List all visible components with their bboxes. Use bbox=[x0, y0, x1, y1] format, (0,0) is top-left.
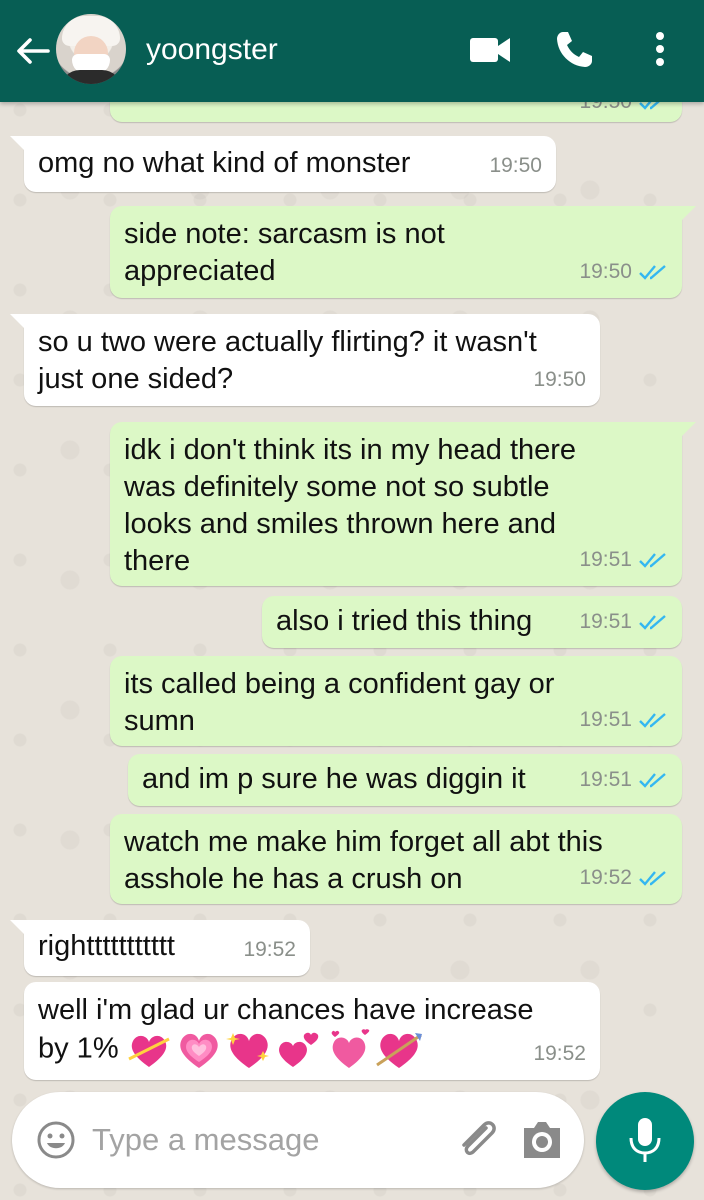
chat-header: yoongster bbox=[0, 0, 704, 102]
double-check-icon bbox=[639, 712, 666, 728]
message-time: 19:50 bbox=[533, 368, 586, 391]
message-time: 19:51 bbox=[579, 548, 632, 571]
more-vert-icon[interactable] bbox=[646, 28, 674, 70]
message-bubble-outgoing[interactable]: its called being a confident gay or sumn… bbox=[110, 656, 682, 746]
growing-heart-icon bbox=[179, 1033, 218, 1068]
message-text: idk i don't think its in my head there w… bbox=[124, 434, 577, 577]
double-check-icon bbox=[639, 870, 666, 886]
paperclip-icon[interactable] bbox=[452, 1114, 502, 1164]
message-time: 19:51 bbox=[579, 610, 632, 633]
message-list[interactable]: 19:50 omg no what kind of monster 19:50 … bbox=[0, 0, 704, 1200]
message-text: righttttttttttt bbox=[38, 930, 175, 962]
message-time: 19:50 bbox=[489, 154, 542, 177]
video-call-icon[interactable] bbox=[468, 32, 512, 68]
double-check-icon bbox=[639, 772, 666, 788]
voice-record-button[interactable] bbox=[596, 1092, 694, 1190]
message-bubble-outgoing[interactable]: side note: sarcasm is not appreciated 19… bbox=[110, 206, 696, 298]
message-bubble-outgoing[interactable]: also i tried this thing 19:51 bbox=[262, 596, 682, 648]
message-time: 19:51 bbox=[579, 708, 632, 731]
two-hearts-icon bbox=[278, 1032, 318, 1067]
voice-call-icon[interactable] bbox=[554, 28, 596, 70]
message-bubble-incoming[interactable]: omg no what kind of monster 19:50 bbox=[10, 136, 556, 192]
emoji-smiley-icon[interactable] bbox=[36, 1120, 76, 1160]
arrow-left-icon[interactable] bbox=[12, 30, 54, 72]
message-time: 19:52 bbox=[243, 938, 296, 961]
message-composer bbox=[12, 1092, 584, 1188]
contact-name[interactable]: yoongster bbox=[146, 30, 278, 70]
message-time: 19:52 bbox=[579, 866, 632, 889]
message-text: its called being a confident gay or sumn bbox=[124, 668, 555, 737]
revolving-hearts-icon bbox=[331, 1029, 369, 1068]
message-bubble-outgoing[interactable]: watch me make him forget all abt this as… bbox=[110, 814, 682, 904]
message-text: so u two were actually flirting? it wasn… bbox=[38, 326, 537, 395]
heart-with-ribbon-icon bbox=[127, 1035, 170, 1067]
message-bubble-outgoing[interactable]: idk i don't think its in my head there w… bbox=[110, 422, 696, 586]
message-text: also i tried this thing bbox=[276, 605, 533, 637]
message-bubble-incoming[interactable]: so u two were actually flirting? it wasn… bbox=[10, 314, 600, 406]
message-bubble-incoming[interactable]: righttttttttttt 19:52 bbox=[10, 920, 310, 976]
message-text: watch me make him forget all abt this as… bbox=[124, 826, 603, 895]
message-text: omg no what kind of monster bbox=[38, 147, 411, 179]
double-check-icon bbox=[639, 614, 666, 630]
message-time: 19:51 bbox=[579, 768, 632, 791]
microphone-icon bbox=[629, 1118, 661, 1162]
heart-with-arrow-icon bbox=[375, 1033, 422, 1068]
message-text: and im p sure he was diggin it bbox=[142, 763, 526, 795]
message-time: 19:52 bbox=[533, 1042, 586, 1065]
message-bubble-incoming[interactable]: well i'm glad ur chances have increase b… bbox=[24, 982, 600, 1080]
double-check-icon bbox=[639, 264, 666, 280]
emoji-group bbox=[125, 1029, 423, 1071]
message-bubble-outgoing[interactable]: and im p sure he was diggin it 19:51 bbox=[128, 754, 682, 806]
message-input[interactable] bbox=[90, 1114, 434, 1166]
message-text: side note: sarcasm is not appreciated bbox=[124, 218, 445, 287]
message-time: 19:50 bbox=[579, 260, 632, 283]
sparkling-heart-icon bbox=[225, 1033, 269, 1068]
camera-icon[interactable] bbox=[518, 1116, 566, 1164]
double-check-icon bbox=[639, 552, 666, 568]
avatar[interactable] bbox=[56, 14, 126, 84]
